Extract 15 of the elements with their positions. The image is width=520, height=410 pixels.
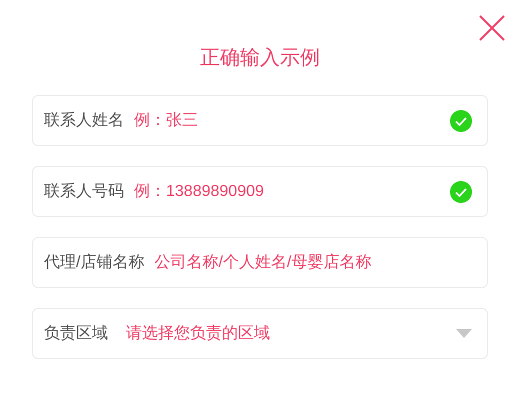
dropdown-caret-icon [456,329,472,338]
field-label: 联系人姓名 [44,110,124,130]
input-field[interactable]: 联系人号码 例：13889890909 [32,166,488,217]
field-label: 联系人号码 [44,182,124,202]
field-value: 例：13889890909 [134,182,265,202]
input-field[interactable]: 联系人姓名 例：张三 [32,95,488,146]
field-value: 公司名称/个人姓名/母婴店名称 [154,252,372,272]
dialog-title: 正确输入示例 [200,46,320,71]
input-field[interactable]: 代理/店铺名称 公司名称/个人姓名/母婴店名称 [32,237,488,288]
field-label: 代理/店铺名称 [44,252,144,272]
field-label: 负责区域 [44,324,108,344]
field-value: 例：张三 [134,110,199,130]
close-icon[interactable] [479,15,505,41]
field-value: 请选择您负责的区域 [126,324,271,344]
select-field[interactable]: 负责区域 请选择您负责的区域 [32,308,488,359]
